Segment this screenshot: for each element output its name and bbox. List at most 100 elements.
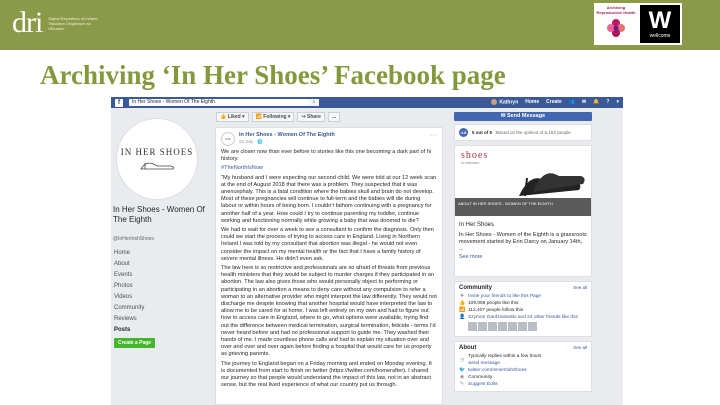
wellcome-mark: W (648, 7, 672, 34)
avatar[interactable] (488, 322, 497, 331)
avatar[interactable] (468, 322, 477, 331)
avatar[interactable] (528, 322, 537, 331)
community-heading: Community (459, 285, 492, 291)
cover-band: ABOUT IN HER SHOES - WOMEN OF THE EIGHTH (455, 198, 591, 216)
post-paragraph: We had to wait for over a week to see a … (221, 227, 434, 262)
cover-image[interactable]: shoes in collection ABOUT IN HER SHOES -… (455, 146, 591, 216)
post-date[interactable]: 22 July · 🌐 (239, 139, 430, 145)
twitter-icon: 🐦 (459, 367, 466, 373)
left-nav-home[interactable]: Home (113, 248, 211, 259)
post-author[interactable]: In Her Shoes - Women Of The Eighth (239, 132, 430, 138)
archiving-reproductive-health-logo: Archiving Reproductive Health (594, 3, 638, 45)
archiving-logo-text: Archiving Reproductive Health (596, 5, 636, 15)
see-more-link[interactable]: See more (459, 254, 482, 260)
about-row[interactable]: ✎ Suggest Edits (459, 381, 587, 388)
community-see-all[interactable]: See all (573, 285, 587, 291)
community-icon: ◉ (459, 374, 465, 380)
post-hashtag[interactable]: #TheNorthIsNow (221, 165, 437, 172)
rating-text: 5 out of 5 · Based on the opinion of 5,1… (472, 129, 571, 135)
send-message-link[interactable]: Send message (468, 361, 500, 366)
friend-icon: 👤 (459, 314, 466, 320)
right-column: 4.8 5 out of 5 · Based on the opinion of… (454, 124, 592, 396)
presentation-slide: dri Digital Repository of Ireland Taiscl… (0, 0, 720, 405)
share-button[interactable]: ↪ Share (297, 112, 325, 122)
clock-icon: ◷ (459, 356, 465, 363)
post-card: IHS In Her Shoes - Women Of The Eighth 2… (215, 127, 443, 405)
globe-icon: 🌐 (257, 139, 263, 144)
search-input[interactable]: In Her Shoes - Women Of The Eighth (129, 99, 309, 106)
left-column: IN HER SHOES In Her Shoes - Women Of The… (111, 108, 213, 405)
left-nav-about[interactable]: About (113, 259, 211, 270)
avatar (491, 99, 498, 106)
shoe-drawing-icon (140, 162, 175, 170)
notifications-icon[interactable]: 🔔 (593, 99, 599, 105)
post-avatar[interactable]: IHS (221, 132, 235, 146)
nav-home[interactable]: Home (525, 99, 539, 105)
avatar[interactable] (498, 322, 507, 331)
like-icon: 👍 (459, 300, 466, 306)
about-row[interactable]: 🐦 twitter.com/InHerIrishShoes (459, 367, 587, 374)
profile-picture[interactable]: IN HER SHOES (116, 118, 198, 200)
cover-subtitle: in collection (461, 161, 480, 165)
profile-picture-text: IN HER SHOES (120, 147, 194, 157)
post-body: We are closer now than ever before to st… (221, 149, 437, 390)
left-nav-reviews[interactable]: Reviews (113, 314, 211, 325)
nav-create[interactable]: Create (546, 99, 562, 105)
flower-icon (607, 19, 625, 37)
post-options-button[interactable]: ··· (430, 132, 437, 139)
wellcome-logo: W wellcome (638, 3, 682, 45)
create-page-button[interactable]: Create a Page (114, 338, 156, 348)
more-button[interactable]: ... (327, 112, 341, 122)
left-nav-events[interactable]: Events (113, 270, 211, 281)
dri-logo: dri Digital Repository of Ireland Taiscl… (12, 8, 103, 38)
community-row[interactable]: 👤 Szymon Gardziolowski and 24 other frien… (459, 314, 587, 321)
dri-subtitle: Digital Repository of Ireland Taisclann … (48, 15, 98, 31)
page-name: In Her Shoes - Women Of The Eighth (113, 205, 205, 224)
friends-icon[interactable]: 👥 (569, 99, 575, 105)
facebook-nav: Kathryn Home Create 👥 ✉ 🔔 ? ▾ (491, 99, 619, 106)
left-nav-videos[interactable]: Videos (113, 292, 211, 303)
facebook-top-bar: f In Her Shoes - Women Of The Eighth ⌕ K… (111, 97, 623, 108)
community-row: 📶 112,407 people follow this (459, 307, 524, 313)
following-button[interactable]: 📶 Following ▾ (251, 112, 295, 122)
about-see-all[interactable]: See all (573, 345, 587, 351)
page-handle[interactable]: @InHerIrishShoes (113, 236, 154, 242)
dri-mark: dri (12, 6, 43, 39)
avatar[interactable] (478, 322, 487, 331)
send-message-button[interactable]: ✉ Send Message (454, 112, 592, 121)
page-action-buttons: 👍 Liked ▾ 📶 Following ▾ ↪ Share ... (216, 112, 341, 122)
friend-avatars (468, 322, 587, 331)
post-header: IHS In Her Shoes - Women Of The Eighth 2… (221, 132, 437, 146)
facebook-logo-icon[interactable]: f (115, 98, 123, 107)
left-nav-posts[interactable]: Posts (113, 325, 211, 336)
left-nav-photos[interactable]: Photos (113, 281, 211, 292)
header-band: dri Digital Repository of Ireland Taiscl… (0, 0, 720, 50)
about-title: In Her Shoes (459, 222, 495, 228)
about-row: ◷ Typically replies within a few hours Sen… (459, 354, 542, 366)
shoes-illustration-icon (519, 173, 585, 197)
community-row: 👍 109,059 people like this (459, 300, 519, 306)
profile-link[interactable]: Kathryn (491, 99, 518, 106)
rating-card: 4.8 5 out of 5 · Based on the opinion of… (454, 124, 592, 141)
follow-icon: 📶 (459, 307, 466, 313)
liked-button[interactable]: 👍 Liked ▾ (216, 112, 249, 122)
search-icon[interactable]: ⌕ (309, 99, 319, 106)
post-paragraph: The journey to England began on a Friday… (221, 360, 432, 389)
post-paragraph: We are closer now than ever before to st… (221, 149, 432, 163)
community-row[interactable]: ✚ Invite your friends to like this Page (459, 293, 587, 300)
about-row: ◉ Community (459, 374, 493, 380)
menu-arrow-icon[interactable]: ▾ (616, 99, 619, 105)
post-paragraph: "My husband and I were expecting our sec… (221, 174, 437, 224)
help-icon[interactable]: ? (606, 99, 609, 105)
about-description: In Her Shoes - Women of the Eighth is a … (459, 232, 587, 252)
left-nav: Home About Events Photos Videos Communit… (113, 248, 211, 336)
left-nav-community[interactable]: Community (113, 303, 211, 314)
wellcome-text: wellcome (649, 33, 671, 39)
messenger-icon[interactable]: ✉ (582, 99, 586, 105)
invite-icon: ✚ (459, 293, 465, 299)
avatar[interactable] (518, 322, 527, 331)
avatar[interactable] (508, 322, 517, 331)
edit-icon: ✎ (459, 381, 465, 387)
about-heading: About (459, 345, 477, 351)
facebook-screenshot: f In Her Shoes - Women Of The Eighth ⌕ K… (111, 97, 623, 405)
